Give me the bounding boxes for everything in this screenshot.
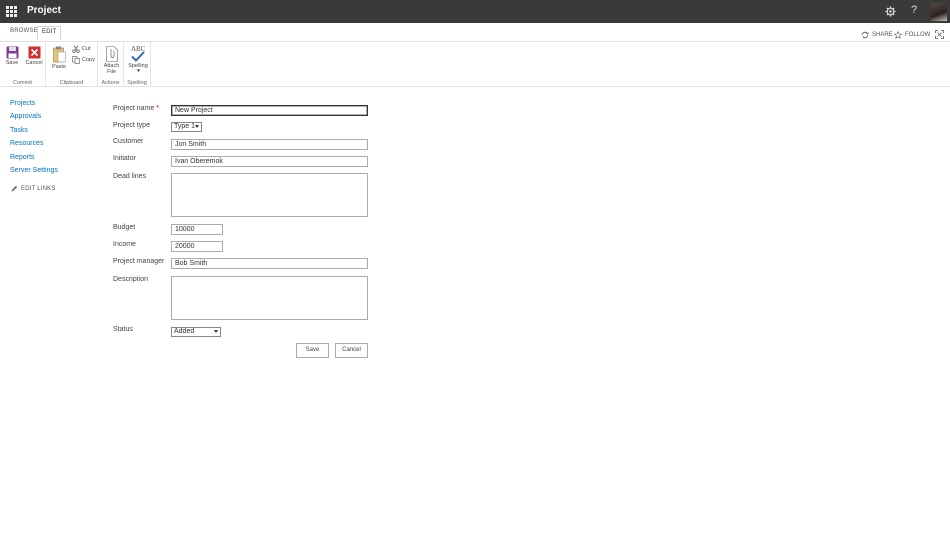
- spelling-icon: ABC: [130, 45, 146, 62]
- income-input[interactable]: 20000: [171, 241, 223, 252]
- ribbon-copy-label: Copy: [82, 57, 95, 63]
- suite-bar: Project ?: [0, 0, 950, 23]
- group-label-commit: Commit: [13, 80, 32, 86]
- ribbon-group-commit: Save Cancel Commit: [0, 42, 46, 87]
- project-name-label: Project name *: [113, 105, 159, 112]
- nav-item-tasks[interactable]: Tasks: [10, 126, 58, 139]
- ribbon-cut-label: Cut: [82, 46, 91, 52]
- app-title[interactable]: Project: [27, 5, 61, 16]
- project-type-label: Project type: [113, 122, 150, 129]
- required-marker: *: [156, 105, 159, 112]
- ribbon-paste-label: Paste: [51, 64, 67, 70]
- budget-input[interactable]: 10000: [171, 224, 223, 235]
- status-value: Added: [174, 328, 195, 335]
- nav-item-resources[interactable]: Resources: [10, 139, 58, 152]
- chevron-down-icon[interactable]: [136, 69, 141, 73]
- avatar[interactable]: [931, 3, 947, 21]
- initiator-input[interactable]: Ivan Oberemok: [171, 156, 368, 167]
- chevron-down-icon: [195, 125, 199, 128]
- follow-label: FOLLOW: [905, 32, 931, 38]
- quick-launch-nav: Projects Approvals Tasks Resources Repor…: [10, 99, 58, 179]
- project-manager-input[interactable]: Bob Smith: [171, 258, 368, 269]
- chevron-down-icon: [214, 330, 218, 333]
- ribbon-group-clipboard: Paste Cut Copy Clipboard: [46, 42, 98, 87]
- ribbon-paste-button[interactable]: Paste: [51, 46, 67, 70]
- project-type-value: Type 1: [174, 123, 196, 130]
- nav-item-server-settings[interactable]: Server Settings: [10, 166, 58, 179]
- ribbon-cut-button[interactable]: Cut: [72, 45, 91, 53]
- follow-button[interactable]: FOLLOW: [894, 31, 930, 39]
- save-icon: [6, 46, 18, 59]
- gear-icon[interactable]: [885, 6, 896, 17]
- share-icon: [862, 31, 869, 39]
- help-icon[interactable]: ?: [908, 4, 920, 16]
- cancel-icon: [28, 46, 40, 59]
- dead-lines-textarea[interactable]: [171, 173, 368, 217]
- group-label-spelling: Spelling: [127, 80, 147, 86]
- ribbon-cancel-button[interactable]: Cancel: [24, 46, 44, 66]
- ribbon-spelling-button[interactable]: ABC Spelling: [126, 45, 150, 75]
- ribbon-tabs: BROWSE EDIT: [0, 23, 950, 42]
- save-button[interactable]: Save: [296, 343, 329, 358]
- ribbon-save-button[interactable]: Save: [4, 46, 20, 66]
- paste-icon: [52, 46, 66, 63]
- initiator-label: Initiator: [113, 155, 136, 162]
- budget-label: Budget: [113, 224, 136, 231]
- cancel-button[interactable]: Cancel: [335, 343, 368, 358]
- income-label: Income: [113, 241, 136, 248]
- project-name-input[interactable]: New Project: [171, 105, 368, 116]
- checkmark-icon: [131, 51, 145, 62]
- star-icon: [894, 31, 902, 39]
- status-label: Status: [113, 326, 133, 333]
- focus-on-content-icon[interactable]: [935, 30, 944, 39]
- ribbon: Save Cancel Commit Paste Cut Copy Clipbo…: [0, 42, 950, 87]
- scissors-icon: [72, 45, 80, 53]
- tab-edit[interactable]: EDIT: [37, 26, 62, 40]
- status-select[interactable]: Added: [171, 327, 221, 337]
- dead-lines-label: Dead lines: [113, 173, 147, 180]
- project-type-select[interactable]: Type 1: [171, 122, 202, 132]
- description-label: Description: [113, 276, 149, 283]
- customer-label: Customer: [113, 138, 144, 145]
- ribbon-group-actions: Attach File Actions: [98, 42, 124, 87]
- pencil-icon: [11, 185, 18, 192]
- group-label-clipboard: Clipboard: [59, 80, 84, 86]
- ribbon-attach-label-line2: File: [107, 69, 116, 75]
- edit-links-button[interactable]: EDIT LINKS: [11, 185, 56, 192]
- edit-links-label: EDIT LINKS: [21, 185, 56, 192]
- share-label: SHARE: [872, 32, 893, 38]
- ribbon-copy-button[interactable]: Copy: [72, 56, 95, 64]
- nav-item-approvals[interactable]: Approvals: [10, 112, 58, 125]
- attach-file-icon: [105, 46, 118, 62]
- tab-browse[interactable]: BROWSE: [10, 28, 38, 34]
- project-manager-label: Project manager: [113, 258, 165, 265]
- ribbon-attach-file-button[interactable]: Attach File: [101, 46, 122, 75]
- nav-item-reports[interactable]: Reports: [10, 153, 58, 166]
- app-launcher-icon[interactable]: [6, 6, 17, 17]
- project-name-label-text: Project name: [113, 105, 155, 112]
- customer-input[interactable]: Jon Smith: [171, 139, 368, 150]
- copy-icon: [72, 56, 80, 64]
- group-label-actions: Actions: [101, 80, 120, 86]
- ribbon-group-spelling: ABC Spelling Spelling: [124, 42, 151, 87]
- ribbon-cancel-label: Cancel: [25, 60, 43, 66]
- share-button[interactable]: SHARE: [861, 31, 893, 39]
- description-textarea[interactable]: [171, 276, 368, 320]
- nav-item-projects[interactable]: Projects: [10, 99, 58, 112]
- ribbon-save-label: Save: [5, 60, 19, 66]
